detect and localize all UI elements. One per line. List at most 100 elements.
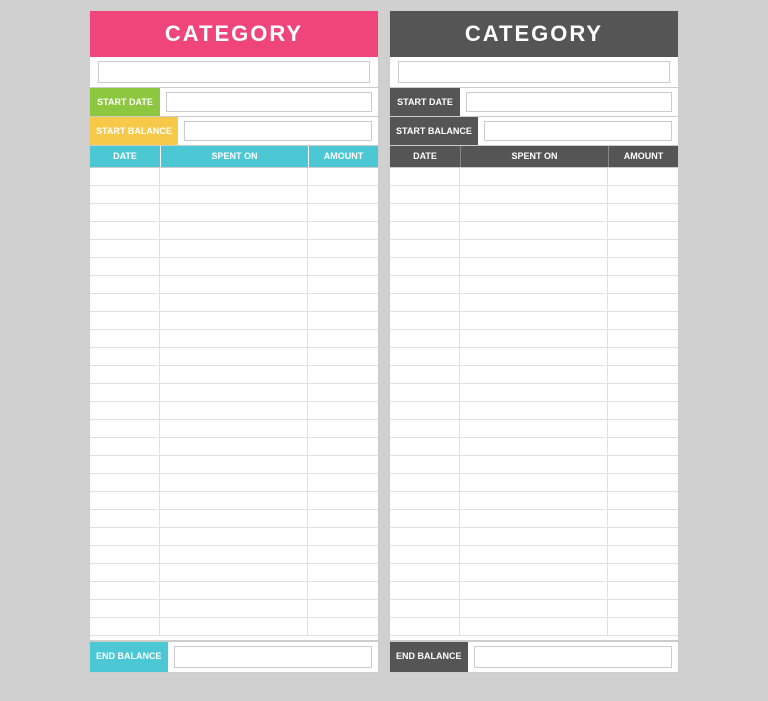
date-cell — [390, 384, 460, 401]
spent-cell — [460, 384, 608, 401]
table-row — [390, 600, 678, 618]
card2-col-headers: DATE SPENT ON AMOUNT — [390, 146, 678, 168]
table-row — [390, 546, 678, 564]
card2-data-rows — [390, 168, 678, 636]
card1-col-date: DATE — [90, 146, 160, 167]
amount-cell — [308, 258, 378, 275]
spent-cell — [460, 546, 608, 563]
date-cell — [390, 420, 460, 437]
card2-start-balance-row: START BALANCE — [390, 117, 678, 146]
date-cell — [90, 168, 160, 185]
amount-cell — [608, 564, 678, 581]
date-cell — [90, 222, 160, 239]
card2-start-date-label: START DATE — [390, 88, 460, 116]
spent-cell — [160, 438, 308, 455]
date-cell — [90, 204, 160, 221]
table-row — [90, 294, 378, 312]
spent-cell — [160, 474, 308, 491]
table-row — [90, 618, 378, 636]
spent-cell — [460, 510, 608, 527]
amount-cell — [308, 618, 378, 635]
spent-cell — [160, 402, 308, 419]
amount-cell — [608, 222, 678, 239]
spent-cell — [160, 420, 308, 437]
amount-cell — [608, 420, 678, 437]
date-cell — [90, 384, 160, 401]
spent-cell — [160, 222, 308, 239]
card2-start-balance-input[interactable] — [484, 121, 672, 141]
table-row — [390, 510, 678, 528]
tracker-card-colorful: CATEGORY START DATE START BALANCE DATE S… — [89, 10, 379, 673]
date-cell — [90, 312, 160, 329]
card1-start-date-input[interactable] — [166, 92, 372, 112]
amount-cell — [308, 168, 378, 185]
table-row — [90, 402, 378, 420]
spent-cell — [160, 510, 308, 527]
amount-cell — [608, 168, 678, 185]
amount-cell — [308, 420, 378, 437]
table-row — [390, 528, 678, 546]
amount-cell — [308, 312, 378, 329]
card2-name-input[interactable] — [398, 61, 670, 83]
amount-cell — [608, 474, 678, 491]
table-row — [90, 312, 378, 330]
date-cell — [390, 204, 460, 221]
card2-end-balance-input[interactable] — [474, 646, 672, 668]
date-cell — [90, 474, 160, 491]
table-row — [90, 204, 378, 222]
spent-cell — [460, 258, 608, 275]
date-cell — [390, 510, 460, 527]
amount-cell — [608, 600, 678, 617]
date-cell — [390, 456, 460, 473]
table-row — [390, 474, 678, 492]
amount-cell — [608, 276, 678, 293]
table-row — [90, 474, 378, 492]
amount-cell — [608, 528, 678, 545]
spent-cell — [160, 600, 308, 617]
date-cell — [390, 564, 460, 581]
amount-cell — [608, 618, 678, 635]
card1-data-rows — [90, 168, 378, 636]
amount-cell — [608, 402, 678, 419]
card1-start-balance-input[interactable] — [184, 121, 372, 141]
date-cell — [90, 582, 160, 599]
card2-start-balance-label: START BALANCE — [390, 117, 478, 145]
table-row — [390, 348, 678, 366]
card2-name-row — [390, 57, 678, 88]
card2-end-balance-input-wrap — [468, 642, 678, 672]
date-cell — [390, 186, 460, 203]
amount-cell — [308, 546, 378, 563]
amount-cell — [308, 204, 378, 221]
amount-cell — [308, 438, 378, 455]
spent-cell — [460, 474, 608, 491]
date-cell — [90, 456, 160, 473]
spent-cell — [160, 276, 308, 293]
table-row — [390, 258, 678, 276]
spent-cell — [460, 402, 608, 419]
table-row — [90, 258, 378, 276]
spent-cell — [460, 186, 608, 203]
date-cell — [390, 438, 460, 455]
spent-cell — [460, 312, 608, 329]
page-wrapper: CATEGORY START DATE START BALANCE DATE S… — [89, 10, 679, 673]
date-cell — [390, 240, 460, 257]
table-row — [90, 528, 378, 546]
card2-start-date-input[interactable] — [466, 92, 672, 112]
card1-col-headers: DATE SPENT ON AMOUNT — [90, 146, 378, 168]
date-cell — [390, 402, 460, 419]
amount-cell — [308, 186, 378, 203]
card1-end-balance-input-wrap — [168, 642, 378, 672]
date-cell — [90, 348, 160, 365]
spent-cell — [160, 384, 308, 401]
table-row — [90, 546, 378, 564]
amount-cell — [308, 330, 378, 347]
date-cell — [90, 510, 160, 527]
card1-end-balance-input[interactable] — [174, 646, 372, 668]
table-row — [390, 312, 678, 330]
amount-cell — [608, 186, 678, 203]
card1-start-date-input-wrap — [160, 88, 378, 116]
date-cell — [90, 294, 160, 311]
date-cell — [90, 618, 160, 635]
card1-name-input[interactable] — [98, 61, 370, 83]
table-row — [390, 366, 678, 384]
